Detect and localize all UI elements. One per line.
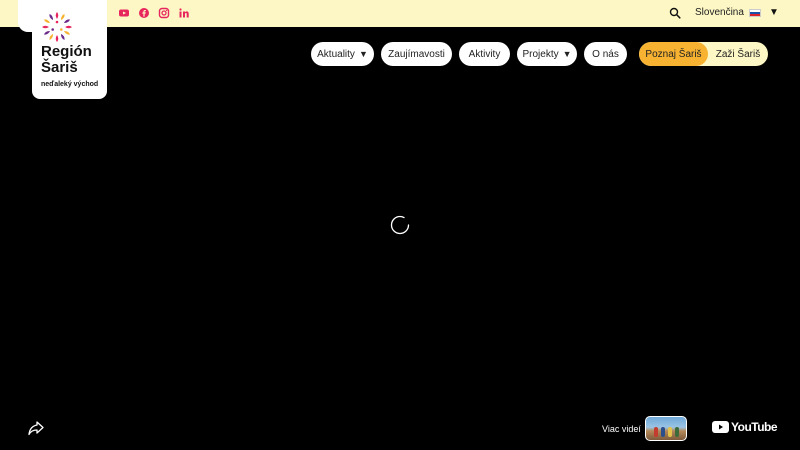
nav-item-aktuality[interactable]: Aktuality ▼ [311,42,374,66]
nav-item-label: Aktivity [468,48,501,60]
site-logo[interactable]: Región Šariš neďaleký východ [32,0,107,99]
nav-item-label: Zaujímavosti [388,48,445,60]
more-videos-label: Viac videí [602,423,641,434]
tab-poznaj-saris[interactable]: Poznaj Šariš [639,42,708,66]
nav-item-o-nas[interactable]: O nás [584,42,627,66]
youtube-logo[interactable]: YouTube [712,420,778,434]
mode-switch: Poznaj Šariš Zaži Šariš [639,42,768,66]
slovakia-flag-icon [748,9,761,17]
logo-subtitle: neďaleký východ [41,81,99,88]
chevron-down-icon: ▼ [562,49,572,59]
video-thumbnail [644,416,687,441]
sun-emblem-icon [42,12,72,42]
more-videos-button[interactable]: Viac videí [602,416,687,441]
nav-item-label: Projekty [522,48,559,60]
youtube-wordmark: YouTube [731,420,778,434]
tab-label: Zaži Šariš [715,48,761,60]
youtube-icon[interactable] [118,7,130,19]
social-links [118,7,190,19]
loading-spinner-icon [390,215,410,235]
logo-title-line2: Šariš [41,59,78,76]
youtube-play-icon [712,421,729,433]
language-label: Slovenčina [695,7,744,18]
facebook-icon[interactable] [138,7,150,19]
top-bar: Slovenčina ▼ [0,0,800,27]
nav-item-projekty[interactable]: Projekty ▼ [517,42,577,66]
linkedin-icon[interactable] [178,7,190,19]
share-icon[interactable] [27,419,45,437]
logo-title-line1: Región [41,43,92,60]
logo-title: Región Šariš [41,44,107,76]
nav-item-label: Aktuality [317,48,355,60]
tab-zazi-saris[interactable]: Zaži Šariš [708,42,768,66]
instagram-icon[interactable] [158,7,170,19]
nav-item-label: O nás [592,48,619,60]
nav-item-zaujimavosti[interactable]: Zaujímavosti [381,42,452,66]
chevron-down-icon[interactable]: ▼ [769,7,779,19]
tab-label: Poznaj Šariš [645,48,702,60]
language-selector[interactable]: Slovenčina [695,7,761,19]
chevron-down-icon: ▼ [358,49,368,59]
search-icon[interactable] [669,7,681,19]
nav-item-aktivity[interactable]: Aktivity [459,42,510,66]
